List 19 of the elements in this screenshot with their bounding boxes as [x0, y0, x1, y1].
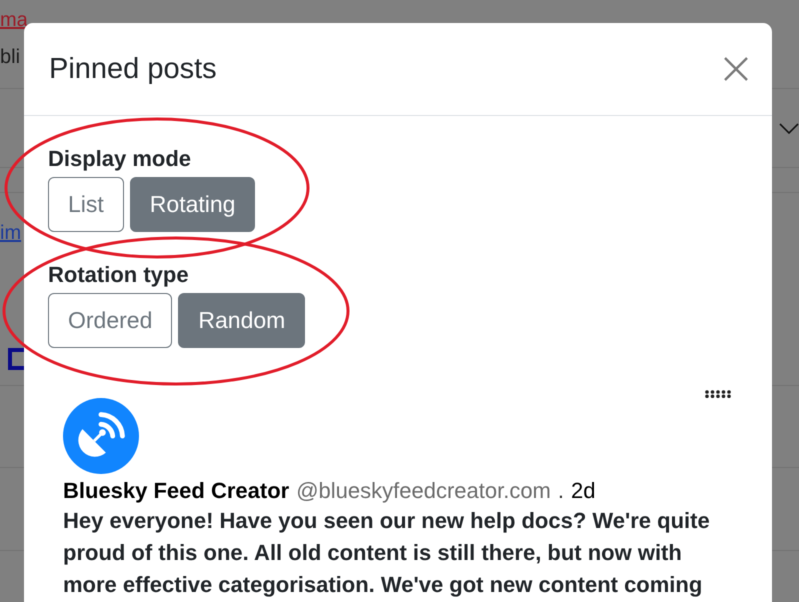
dialog-title: Pinned posts — [49, 52, 217, 86]
separator-text: . — [558, 477, 564, 505]
setting-label: Rotation type — [48, 262, 190, 288]
author-handle: @blueskyfeedcreator.com — [296, 477, 551, 505]
author-name: Bluesky Feed Creator — [63, 477, 290, 505]
option-button[interactable]: Rotating — [130, 177, 256, 232]
setting-label: Display mode — [48, 146, 192, 172]
link[interactable]: im — [0, 221, 22, 245]
post-text: Hey everyone! Have you seen our new help docs? We're quite proud of this one. All old content is still there, but now with more effective categorisation. We've got new content coming — [63, 507, 711, 599]
background-text: bli — [0, 45, 20, 69]
close-icon — [724, 57, 748, 81]
post-age: 2d — [571, 477, 596, 505]
drag-handle-icon[interactable] — [705, 390, 731, 398]
chevron-down-icon[interactable] — [779, 123, 799, 134]
option-button[interactable]: Ordered — [48, 293, 172, 348]
close-button[interactable] — [724, 57, 748, 81]
option-button[interactable]: List — [48, 177, 124, 232]
option-button[interactable]: Random — [178, 293, 306, 348]
satellite-dish-icon — [63, 398, 139, 474]
